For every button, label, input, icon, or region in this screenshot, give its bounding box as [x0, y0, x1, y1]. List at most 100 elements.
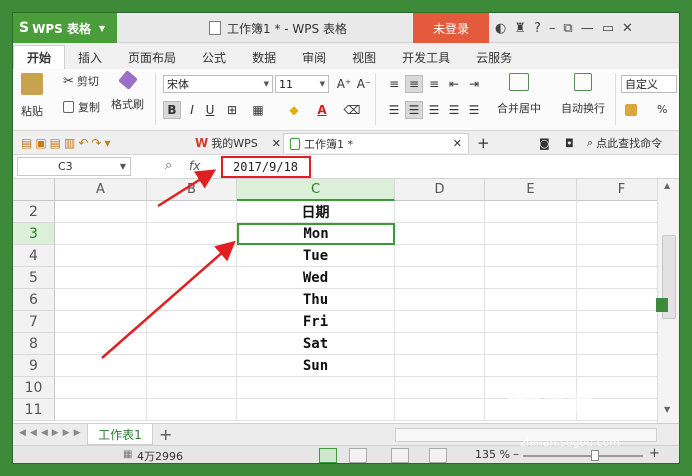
zoom-level[interactable]: 135 % — [475, 448, 510, 461]
close-icon[interactable]: ✕ — [453, 137, 462, 150]
decrease-font-icon[interactable]: A⁻ — [355, 75, 373, 93]
close-window-button[interactable]: ✕ — [622, 21, 633, 36]
row-header[interactable]: 7 — [13, 311, 55, 333]
table-cell[interactable] — [55, 223, 147, 245]
row-header[interactable]: 6 — [13, 289, 55, 311]
merge-center-button[interactable]: 合并居中 — [497, 73, 541, 116]
formula-input[interactable]: 2017/9/18 — [221, 156, 311, 178]
column-header-a[interactable]: A — [55, 179, 147, 201]
table-cell[interactable] — [577, 201, 657, 223]
table-cell[interactable] — [485, 245, 577, 267]
table-cell[interactable] — [147, 201, 237, 223]
table-cell[interactable] — [395, 201, 485, 223]
row-header[interactable]: 9 — [13, 355, 55, 377]
name-box[interactable]: C3 ▼ — [17, 157, 131, 176]
table-cell[interactable] — [147, 245, 237, 267]
indent-increase-icon[interactable]: ⇥ — [465, 75, 483, 93]
cell-c9[interactable]: Sun — [237, 355, 395, 377]
page-break-view-button[interactable] — [391, 448, 409, 463]
sheet-tab-1[interactable]: 工作表1 — [87, 424, 153, 445]
tab-home[interactable]: 开始 — [13, 45, 66, 69]
increase-font-icon[interactable]: A⁺ — [335, 75, 353, 93]
align-left-icon[interactable]: ☰ — [385, 101, 403, 119]
font-size-select[interactable]: 11 ▼ — [275, 75, 329, 93]
tab-formulas[interactable]: 公式 — [189, 45, 239, 69]
login-button[interactable]: 未登录 — [413, 13, 489, 43]
sheet-nav-arrows[interactable]: ◀◀◀▶▶▶ — [19, 428, 85, 438]
align-center-icon[interactable]: ☰ — [405, 101, 423, 119]
cell-c2[interactable]: 日期 — [237, 201, 395, 223]
bold-button[interactable]: B — [163, 101, 181, 119]
table-cell[interactable] — [55, 311, 147, 333]
clear-format-icon[interactable]: ⌫ — [343, 101, 361, 119]
fx-icon[interactable]: fx — [189, 159, 200, 173]
column-header-e[interactable]: E — [485, 179, 577, 201]
indent-decrease-icon[interactable]: ⇤ — [445, 75, 463, 93]
add-sheet-button[interactable]: + — [159, 425, 172, 444]
format-painter-button[interactable]: 格式刷 — [111, 70, 144, 112]
table-cell[interactable] — [485, 201, 577, 223]
cell-c4[interactable]: Tue — [237, 245, 395, 267]
italic-button[interactable]: I — [183, 101, 201, 119]
table-cell[interactable] — [485, 223, 577, 245]
table-cell[interactable] — [395, 355, 485, 377]
table-cell[interactable] — [577, 267, 657, 289]
zoom-out-button[interactable]: – — [513, 447, 519, 461]
align-bottom-icon[interactable]: ≡ — [425, 75, 443, 93]
scroll-down-icon[interactable]: ▼ — [664, 405, 670, 414]
tab-data[interactable]: 数据 — [239, 45, 289, 69]
table-cell[interactable] — [485, 311, 577, 333]
wrap-text-button[interactable]: 自动换行 — [561, 73, 605, 116]
table-cell[interactable] — [395, 377, 485, 399]
table-cell[interactable] — [395, 333, 485, 355]
table-cell[interactable] — [577, 355, 657, 377]
reading-view-button[interactable] — [429, 448, 447, 463]
table-cell[interactable] — [55, 245, 147, 267]
zoom-slider[interactable] — [523, 455, 643, 457]
restore-icon[interactable]: ⧉ — [563, 21, 572, 36]
column-header-d[interactable]: D — [395, 179, 485, 201]
minimize-window-button[interactable]: — — [581, 21, 594, 36]
align-middle-icon[interactable]: ≡ — [405, 75, 423, 93]
shirt-icon[interactable]: ♜ — [514, 21, 526, 36]
tab-page-layout[interactable]: 页面布局 — [115, 45, 189, 69]
tab-developer[interactable]: 开发工具 — [389, 45, 463, 69]
fill-color-icon[interactable]: ◆ — [285, 101, 303, 119]
table-cell[interactable] — [395, 289, 485, 311]
scroll-up-icon[interactable]: ▲ — [664, 181, 670, 190]
table-cell[interactable] — [577, 245, 657, 267]
table-cell[interactable] — [577, 223, 657, 245]
doc-tab-workbook[interactable]: 工作簿1 * ✕ — [283, 133, 469, 153]
cut-button[interactable]: ✂ 剪切 — [63, 73, 99, 89]
table-cell[interactable] — [147, 399, 237, 421]
table-cell[interactable] — [147, 333, 237, 355]
row-header[interactable]: 2 — [13, 201, 55, 223]
row-header[interactable]: 5 — [13, 267, 55, 289]
tab-insert[interactable]: 插入 — [65, 45, 115, 69]
column-header-c[interactable]: C — [237, 179, 395, 201]
table-cell[interactable] — [485, 333, 577, 355]
new-tab-button[interactable]: + — [471, 133, 496, 153]
table-cell[interactable] — [395, 245, 485, 267]
table-cell[interactable] — [147, 289, 237, 311]
font-color-icon[interactable]: A — [313, 101, 331, 119]
minimize-icon[interactable]: – — [549, 21, 556, 36]
cell-c10[interactable] — [237, 377, 395, 399]
zoom-in-button[interactable]: + — [649, 446, 660, 461]
page-layout-view-button[interactable] — [349, 448, 367, 463]
zoom-slider-knob[interactable] — [591, 450, 599, 461]
normal-view-button[interactable] — [319, 448, 337, 463]
doc-tab-my-wps[interactable]: W 我的WPS ✕ — [189, 133, 287, 153]
table-cell[interactable] — [55, 355, 147, 377]
table-cell[interactable] — [55, 377, 147, 399]
align-right-icon[interactable]: ☰ — [425, 101, 443, 119]
skin-icon[interactable]: ◐ — [495, 21, 506, 36]
table-cell[interactable] — [55, 289, 147, 311]
help-icon[interactable]: ? — [534, 21, 541, 36]
table-cell[interactable] — [485, 289, 577, 311]
table-cell[interactable] — [577, 333, 657, 355]
table-cell[interactable] — [147, 267, 237, 289]
align-top-icon[interactable]: ≡ — [385, 75, 403, 93]
table-cell[interactable] — [147, 355, 237, 377]
table-cell[interactable] — [55, 201, 147, 223]
